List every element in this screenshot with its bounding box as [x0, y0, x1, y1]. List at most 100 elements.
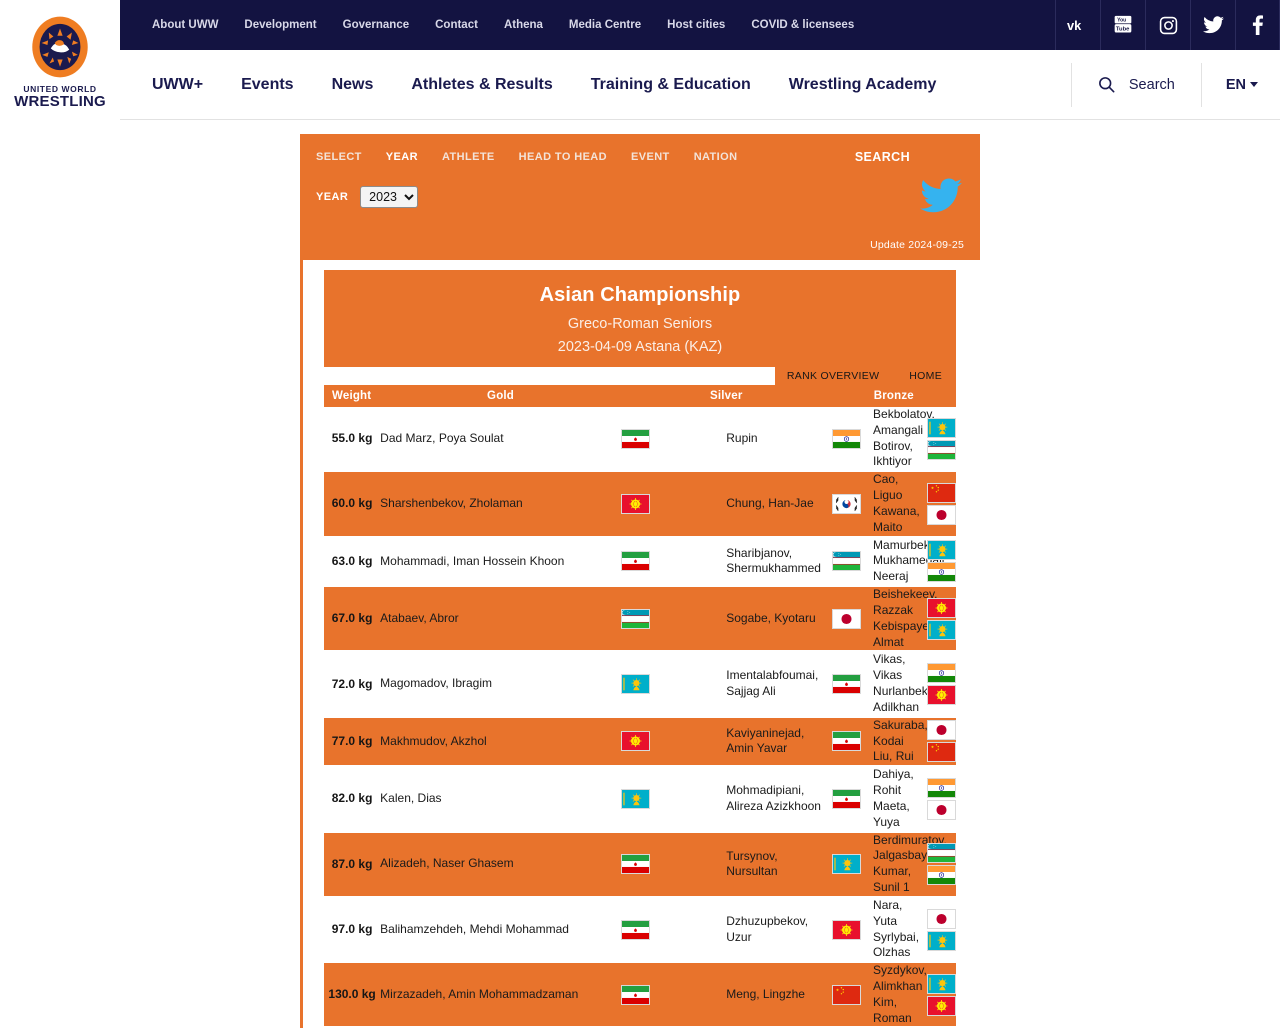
- main-nav-item-wrestling-academy[interactable]: Wrestling Academy: [789, 76, 937, 94]
- table-row[interactable]: 63.0 kgMohammadi, Iman Hossein KhoonShar…: [324, 537, 956, 586]
- year-select[interactable]: 20232022202120202019: [360, 186, 418, 208]
- filter-tab-nation[interactable]: NATION: [694, 151, 738, 163]
- cell-gold-athlete[interactable]: Balihamzehdeh, Mehdi Mohammad: [380, 897, 621, 962]
- top-nav-item-covid-licensees[interactable]: COVID & licensees: [751, 19, 854, 31]
- table-row[interactable]: 55.0 kgDad Marz, Poya SoulatRupinBekbola…: [324, 407, 956, 471]
- cell-silver-athlete[interactable]: Kaviyaninejad, Amin Yavar: [726, 717, 831, 766]
- cell-gold-athlete[interactable]: Magomadov, Ibragim: [380, 651, 621, 716]
- bronze-athlete-name[interactable]: Nurlanbekov, Adilkhan: [873, 684, 914, 716]
- table-row[interactable]: 72.0 kgMagomadov, IbragimImentalabfoumai…: [324, 651, 956, 716]
- main-nav-item-uww-plus[interactable]: UWW+: [152, 76, 203, 94]
- table-row[interactable]: 60.0 kgSharshenbekov, ZholamanChung, Han…: [324, 471, 956, 536]
- svg-text:You: You: [1117, 18, 1126, 24]
- cell-gold-athlete[interactable]: Dad Marz, Poya Soulat: [380, 407, 621, 471]
- bronze-athlete-name[interactable]: Bekbolatov, Amangali: [873, 407, 914, 439]
- vk-link[interactable]: vk: [1055, 0, 1100, 50]
- cell-silver-athlete[interactable]: Imentalabfoumai, Sajjag Ali: [726, 651, 831, 716]
- facebook-link[interactable]: [1235, 0, 1280, 50]
- cell-gold-athlete[interactable]: Mirzazadeh, Amin Mohammadzaman: [380, 962, 621, 1027]
- cell-silver-athlete[interactable]: Rupin: [726, 407, 831, 471]
- cell-silver-athlete[interactable]: Tursynov, Nursultan: [726, 832, 831, 897]
- bronze-athlete-name[interactable]: Nara, Yuta: [873, 898, 914, 930]
- top-nav-item-host-cities[interactable]: Host cities: [667, 19, 725, 31]
- instagram-link[interactable]: [1145, 0, 1190, 50]
- bronze-flag-jpn-icon: [927, 800, 956, 820]
- cell-bronze-athletes[interactable]: Nara, YutaSyrlybai, Olzhas: [873, 897, 914, 962]
- main-nav-item-news[interactable]: News: [332, 76, 374, 94]
- main-nav-item-events[interactable]: Events: [241, 76, 293, 94]
- flag-iri-icon: [832, 789, 861, 809]
- cell-bronze-athletes[interactable]: Dahiya, RohitMaeta, Yuya: [873, 766, 914, 831]
- cell-bronze-athletes[interactable]: Syzdykov, AlimkhanKim, Roman: [873, 962, 914, 1027]
- cell-silver-athlete[interactable]: Meng, Lingzhe: [726, 962, 831, 1027]
- filter-tab-select[interactable]: SELECT: [316, 151, 362, 163]
- table-row[interactable]: 82.0 kgKalen, DiasMohmadipiani, Alireza …: [324, 766, 956, 831]
- top-nav-item-athena[interactable]: Athena: [504, 19, 543, 31]
- bronze-athlete-name[interactable]: Dahiya, Rohit: [873, 767, 914, 799]
- bronze-athlete-name[interactable]: Sakuraba, Kodai: [873, 718, 914, 750]
- bronze-athlete-name[interactable]: Kawana, Maito: [873, 504, 914, 536]
- table-row[interactable]: 97.0 kgBalihamzehdeh, Mehdi MohammadDzhu…: [324, 897, 956, 962]
- youtube-link[interactable]: You Tube: [1100, 0, 1145, 50]
- filter-tab-event[interactable]: EVENT: [631, 151, 670, 163]
- cell-bronze-athletes[interactable]: Beishekeev, RazzakKebispayev, Almat: [873, 586, 914, 651]
- cell-silver-athlete[interactable]: Chung, Han-Jae: [726, 471, 831, 536]
- filter-tab-head-to-head[interactable]: HEAD TO HEAD: [519, 151, 607, 163]
- top-nav-item-contact[interactable]: Contact: [435, 19, 478, 31]
- language-selector[interactable]: EN: [1202, 77, 1280, 93]
- cell-bronze-athletes[interactable]: Berdimuratov, JalgasbayKumar, Sunil 1: [873, 832, 914, 897]
- twitter-bird-icon[interactable]: [920, 178, 962, 214]
- bronze-athlete-name[interactable]: Syzdykov, Alimkhan: [873, 963, 914, 995]
- bronze-athlete-name[interactable]: Kumar, Sunil 1: [873, 864, 914, 896]
- home-link[interactable]: HOME: [909, 370, 942, 382]
- top-nav-item-media-centre[interactable]: Media Centre: [569, 19, 641, 31]
- cell-gold-athlete[interactable]: Kalen, Dias: [380, 766, 621, 831]
- top-nav-item-development[interactable]: Development: [244, 19, 316, 31]
- table-row[interactable]: 87.0 kgAlizadeh, Naser GhasemTursynov, N…: [324, 832, 956, 897]
- top-nav-item-about-uww[interactable]: About UWW: [152, 19, 218, 31]
- cell-silver-athlete[interactable]: Sogabe, Kyotaru: [726, 586, 831, 651]
- bronze-athlete-name[interactable]: Vikas, Vikas: [873, 652, 914, 684]
- rank-overview-link[interactable]: RANK OVERVIEW: [787, 370, 879, 382]
- main-nav-item-training-education[interactable]: Training & Education: [591, 76, 751, 94]
- cell-bronze-athletes[interactable]: Sakuraba, KodaiLiu, Rui: [873, 717, 914, 766]
- bronze-athlete-name[interactable]: Kebispayev, Almat: [873, 619, 914, 651]
- bronze-athlete-name[interactable]: Botirov, Ikhtiyor: [873, 439, 914, 471]
- table-row[interactable]: 77.0 kgMakhmudov, AkzholKaviyaninejad, A…: [324, 717, 956, 766]
- bronze-athlete-name[interactable]: Maeta, Yuya: [873, 799, 914, 831]
- twitter-link[interactable]: [1190, 0, 1235, 50]
- cell-silver-athlete[interactable]: Sharibjanov, Shermukhammed: [726, 537, 831, 586]
- cell-bronze-flag: [832, 407, 873, 471]
- cell-gold-athlete[interactable]: Sharshenbekov, Zholaman: [380, 471, 621, 536]
- bronze-athlete-name[interactable]: Kim, Roman: [873, 995, 914, 1027]
- cell-gold-athlete[interactable]: Alizadeh, Naser Ghasem: [380, 832, 621, 897]
- site-logo[interactable]: UNITED WORLD WRESTLING: [0, 0, 120, 120]
- filter-tab-athlete[interactable]: ATHLETE: [442, 151, 495, 163]
- table-row[interactable]: 130.0 kgMirzazadeh, Amin MohammadzamanMe…: [324, 962, 956, 1027]
- bronze-athlete-name[interactable]: Mamurbek, Mukhamedali: [873, 538, 914, 570]
- bronze-athlete-name[interactable]: Neeraj: [873, 569, 914, 585]
- cell-bronze-athletes[interactable]: Bekbolatov, AmangaliBotirov, Ikhtiyor: [873, 407, 914, 471]
- cell-gold-athlete[interactable]: Makhmudov, Akzhol: [380, 717, 621, 766]
- cell-gold-athlete[interactable]: Atabaev, Abror: [380, 586, 621, 651]
- filter-year-label: YEAR: [316, 191, 348, 203]
- bronze-athlete-name[interactable]: Beishekeev, Razzak: [873, 587, 914, 619]
- cell-silver-athlete[interactable]: Dzhuzupbekov, Uzur: [726, 897, 831, 962]
- bronze-athlete-name[interactable]: Berdimuratov, Jalgasbay: [873, 833, 914, 865]
- filter-search-button[interactable]: SEARCH: [855, 150, 910, 164]
- table-row[interactable]: 67.0 kgAtabaev, AbrorSogabe, KyotaruBeis…: [324, 586, 956, 651]
- bronze-athlete-name[interactable]: Cao, Liguo: [873, 472, 914, 504]
- search-button[interactable]: Search: [1071, 63, 1202, 107]
- flag-chn-icon: [832, 985, 861, 1005]
- cell-bronze-athletes[interactable]: Vikas, VikasNurlanbekov, Adilkhan: [873, 651, 914, 716]
- main-nav-item-athletes-results[interactable]: Athletes & Results: [411, 76, 552, 94]
- filter-tab-year[interactable]: YEAR: [386, 151, 418, 163]
- cell-silver-athlete[interactable]: Mohmadipiani, Alireza Azizkhoon: [726, 766, 831, 831]
- bronze-athlete-name[interactable]: Liu, Rui: [873, 749, 914, 765]
- bronze-flag-ind-icon: [927, 778, 956, 798]
- top-nav-item-governance[interactable]: Governance: [343, 19, 409, 31]
- bronze-athlete-name[interactable]: Syrlybai, Olzhas: [873, 930, 914, 962]
- cell-bronze-athletes[interactable]: Cao, LiguoKawana, Maito: [873, 471, 914, 536]
- cell-gold-athlete[interactable]: Mohammadi, Iman Hossein Khoon: [380, 537, 621, 586]
- cell-bronze-athletes[interactable]: Mamurbek, MukhamedaliNeeraj: [873, 537, 914, 586]
